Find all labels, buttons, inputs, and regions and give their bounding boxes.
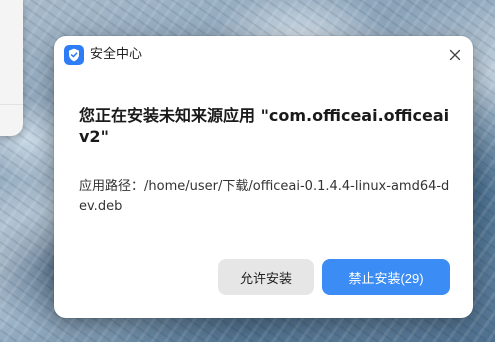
install-warning-headline: 您正在安装未知来源应用 "com.officeai.officeaiv2" [79,106,450,146]
app-path-line: 应用路径：/home/user/下载/officeai-0.1.4.4-linu… [79,177,451,217]
allow-install-button[interactable]: 允许安装 [218,259,314,295]
app-path-label: 应用路径： [79,179,145,194]
close-button[interactable] [443,43,467,67]
dialog-app-title: 安全中心 [90,47,143,62]
background-window[interactable] [0,0,23,136]
shield-check-icon [64,45,84,65]
background-window-divider [0,104,23,105]
close-icon [449,49,461,61]
deny-install-button[interactable]: 禁止安装(29) [322,259,450,295]
dialog-titlebar: 安全中心 [54,36,473,74]
security-center-dialog: 安全中心 您正在安装未知来源应用 "com.officeai.officeaiv… [54,36,473,318]
